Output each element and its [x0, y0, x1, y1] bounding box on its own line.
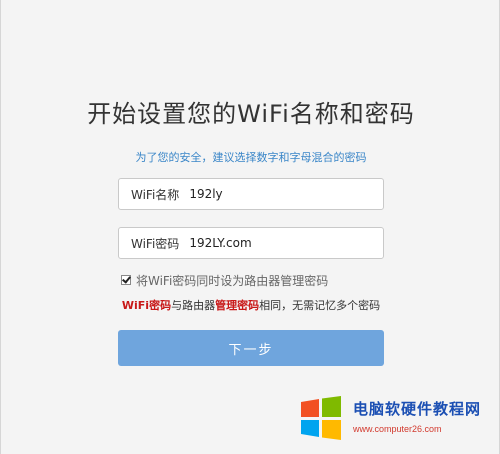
hint-text-1: 与路由器: [171, 299, 216, 312]
wifi-name-value[interactable]: 192ly: [189, 187, 222, 201]
wifi-name-label: WiFi名称: [131, 187, 180, 202]
wifi-password-value[interactable]: 192LY.com: [189, 236, 251, 250]
next-button[interactable]: 下一步: [118, 330, 384, 366]
setup-dialog: 开始设置您的WiFi名称和密码 为了您的安全，建议选择数字和字母混合的密码 Wi…: [0, 0, 500, 454]
hint-admin-password: 管理密码: [215, 299, 260, 312]
hint-wifi-password: WiFi密码: [121, 299, 172, 312]
same-admin-password-label: 将WiFi密码同时设为路由器管理密码: [136, 273, 329, 288]
same-admin-password-option[interactable]: 将WiFi密码同时设为路由器管理密码: [121, 272, 328, 288]
page-title: 开始设置您的WiFi名称和密码: [87, 100, 415, 128]
hint-text-2: 相同，无需记忆多个密码: [259, 299, 381, 312]
watermark-url: www.computer26.com: [353, 424, 442, 434]
same-admin-password-checkbox[interactable]: [121, 275, 131, 285]
windows-logo-icon: [301, 396, 341, 440]
wifi-name-field[interactable]: WiFi名称 192ly: [118, 178, 384, 210]
password-hint: WiFi密码与路由器管理密码相同，无需记忆多个密码: [1, 297, 500, 313]
wifi-password-field[interactable]: WiFi密码 192LY.com: [118, 227, 384, 259]
security-tip: 为了您的安全，建议选择数字和字母混合的密码: [135, 151, 367, 164]
site-watermark: 电脑软硬件教程网 www.computer26.com: [299, 392, 499, 450]
watermark-site-name: 电脑软硬件教程网: [353, 400, 482, 418]
wifi-password-label: WiFi密码: [131, 236, 180, 251]
